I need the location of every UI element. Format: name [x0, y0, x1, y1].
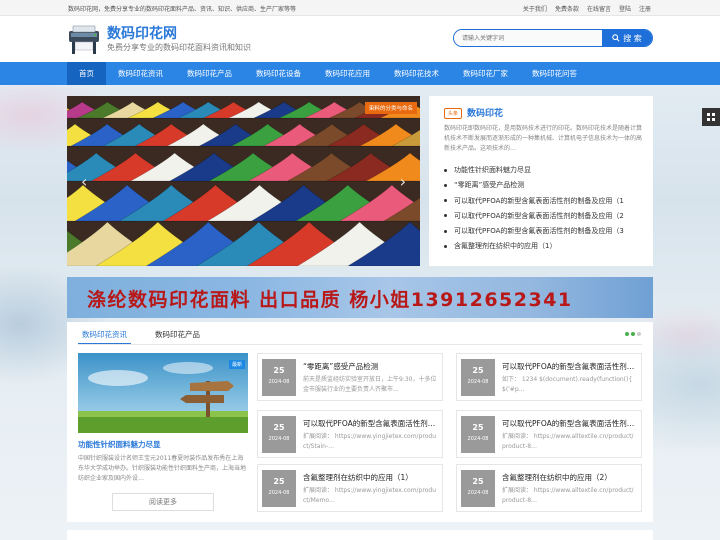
header: 数码印花网 免费分享专业的数码印花面料资讯和知识 搜 索 — [0, 16, 720, 62]
bullet-icon — [444, 214, 447, 218]
site-subtitle: 免费分享专业的数码印花面料资讯和知识 — [107, 43, 251, 52]
nav-news[interactable]: 数码印花资讯 — [106, 62, 175, 85]
top-links: 关于我们 免费条款 在线留言 登陆 注册 — [523, 4, 651, 13]
site-title[interactable]: 数码印花网 — [107, 23, 177, 43]
list-item[interactable]: 可以取代PFOA的新型含氟表面活性剂的制备及应用（2 — [444, 209, 644, 224]
featured-title[interactable]: 功能性针织面料魅力尽显 — [78, 439, 161, 450]
signpost-image — [78, 353, 248, 433]
bullet-icon — [444, 244, 447, 248]
link-about[interactable]: 关于我们 — [523, 4, 547, 13]
news-card[interactable]: 25 2024-08 “零距离”感受产品检测 前天是质监经纺实验室开放日，上午9:… — [257, 353, 443, 401]
search-button[interactable]: 搜 索 — [602, 30, 652, 46]
card-title: 可以取代PFOA的新型含氟表面活性剂的制备及应用（1） — [502, 362, 637, 371]
slider-caption: 染料的分类与命名 — [364, 102, 417, 114]
headline-desc: 数码印花即数码印花，是用数码技术进行的印花。数码印花技术是随着计算机技术不断发展… — [444, 125, 643, 152]
card-title: 含氟整理剂在纺织中的应用（1） — [303, 473, 413, 482]
card-title: “零距离”感受产品检测 — [303, 362, 379, 371]
date-box: 25 2024-08 — [262, 416, 296, 453]
card-summary: 扩展阅读： https://www.yingjietex.com/product… — [303, 487, 437, 504]
featured-desc: 中国针织服装设计名师王宝元2011春夏时装作品发布秀在上海东华大学成功举办。针织… — [78, 455, 247, 482]
bullet-icon — [444, 229, 447, 233]
bullet-icon — [444, 183, 447, 187]
list-item[interactable]: “零距离”感受产品检测 — [444, 178, 644, 193]
ad-banner-text: 涤纶数码印花面料 出口品质 杨小姐13912652341 — [87, 289, 573, 311]
headline-badge: 头条 — [444, 108, 463, 119]
top-bar: 数码印花网，免费分享专业的数码印花面料产品、资讯、知识、供应商、生产厂家等等 关… — [0, 0, 720, 16]
search-button-label: 搜 索 — [623, 33, 642, 43]
card-summary: 扩展阅读： https://www.alltextile.cn/product/… — [502, 487, 634, 504]
news-card[interactable]: 25 2024-08 含氟整理剂在纺织中的应用（2） 扩展阅读： https://… — [456, 464, 642, 512]
nav-products[interactable]: 数码印花产品 — [175, 62, 244, 85]
tab-divider — [78, 344, 642, 345]
list-item[interactable]: 功能性针织面料魅力尽显 — [444, 163, 644, 178]
section-tabs: 数码印花资讯 数码印花产品 — [78, 325, 204, 345]
slider-next-icon[interactable]: › — [400, 172, 406, 191]
card-summary: 扩展阅读： https://www.yingjietex.com/product… — [303, 433, 437, 450]
search-box: 搜 索 — [453, 29, 653, 47]
date-box: 25 2024-08 — [461, 416, 495, 453]
card-title: 可以取代PFOA的新型含氟表面活性剂的制备及应用（2） — [303, 419, 438, 428]
link-register[interactable]: 注册 — [639, 4, 651, 13]
date-box: 25 2024-08 — [461, 470, 495, 507]
link-login[interactable]: 登陆 — [619, 4, 631, 13]
nav-home[interactable]: 首页 — [67, 62, 106, 85]
pigment-powder-image — [67, 96, 420, 266]
date-box: 25 2024-08 — [461, 359, 495, 396]
search-input[interactable] — [454, 30, 602, 46]
search-icon — [612, 34, 620, 42]
news-card[interactable]: 25 2024-08 含氟整理剂在纺织中的应用（1） 扩展阅读： https://… — [257, 464, 443, 512]
site-intro: 数码印花网，免费分享专业的数码印花面料产品、资讯、知识、供应商、生产厂家等等 — [68, 6, 297, 13]
slider-prev-icon[interactable]: ‹ — [81, 172, 87, 191]
nav-manufacturers[interactable]: 数码印花厂家 — [451, 62, 520, 85]
list-item[interactable]: 可以取代PFOA的新型含氟表面活性剂的制备及应用（1 — [444, 194, 644, 209]
main-nav: 首页 数码印花资讯 数码印花产品 数码印花设备 数码印花应用 数码印花技术 数码… — [0, 62, 720, 85]
list-item[interactable]: 可以取代PFOA的新型含氟表面活性剂的制备及应用（3 — [444, 224, 644, 239]
news-section: 数码印花资讯 数码印花产品 最新 功能性针织面料魅力尽显 中国针织服装设计名师王… — [67, 322, 653, 522]
printer-logo-icon[interactable] — [67, 22, 101, 56]
list-item[interactable]: 含氟整理剂在纺织中的应用（1） — [444, 239, 644, 254]
news-card[interactable]: 252024-08 可以取代PFOA的新型含氟表面活性剂的制备及应用（3） 扩展… — [456, 410, 642, 458]
news-card[interactable]: 252024-08 可以取代PFOA的新型含氟表面活性剂的制备及应用（2） 扩展… — [257, 410, 443, 458]
bullet-icon — [444, 199, 447, 203]
read-more-button[interactable]: 阅读更多 — [112, 493, 214, 511]
card-summary: 前天是质监经纺实验室开放日，上午9:30，十多位金市服装行业的主要负责人齐聚市… — [303, 376, 437, 393]
footer-strip — [67, 530, 653, 540]
featured-badge: 最新 — [228, 360, 245, 369]
nav-equipment[interactable]: 数码印花设备 — [244, 62, 313, 85]
link-message[interactable]: 在线留言 — [587, 4, 611, 13]
date-box: 25 2024-08 — [262, 359, 296, 396]
link-terms[interactable]: 免费条款 — [555, 4, 579, 13]
side-menu-button[interactable] — [702, 108, 720, 126]
card-summary: 扩展阅读： https://www.alltextile.cn/product/… — [502, 433, 634, 450]
news-card[interactable]: 252024-08 可以取代PFOA的新型含氟表面活性剂的制备及应用（1） 如下… — [456, 353, 642, 401]
ad-banner[interactable]: 涤纶数码印花面料 出口品质 杨小姐13912652341 — [67, 277, 653, 318]
card-summary: 如下： 1234 $(document).ready(function(){ $… — [502, 376, 633, 393]
nav-qa[interactable]: 数码印花问答 — [520, 62, 589, 85]
headline-panel: 头条 数码印花 数码印花即数码印花，是用数码技术进行的印花。数码印花技术是随着计… — [429, 96, 653, 266]
card-title: 含氟整理剂在纺织中的应用（2） — [502, 473, 612, 482]
image-slider[interactable]: 染料的分类与命名 ‹ › — [67, 96, 420, 266]
tab-indicator-dots — [625, 332, 641, 336]
featured-image[interactable]: 最新 — [78, 353, 248, 433]
headline-list: 功能性针织面料魅力尽显 “零距离”感受产品检测 可以取代PFOA的新型含氟表面活… — [444, 163, 644, 255]
nav-technology[interactable]: 数码印花技术 — [382, 62, 451, 85]
bullet-icon — [444, 168, 447, 172]
date-box: 25 2024-08 — [262, 470, 296, 507]
nav-applications[interactable]: 数码印花应用 — [313, 62, 382, 85]
card-title: 可以取代PFOA的新型含氟表面活性剂的制备及应用（3） — [502, 419, 637, 428]
headline-title[interactable]: 数码印花 — [467, 106, 503, 119]
tab-products[interactable]: 数码印花产品 — [151, 325, 204, 345]
tab-news[interactable]: 数码印花资讯 — [78, 325, 131, 345]
grid-icon — [707, 113, 715, 121]
